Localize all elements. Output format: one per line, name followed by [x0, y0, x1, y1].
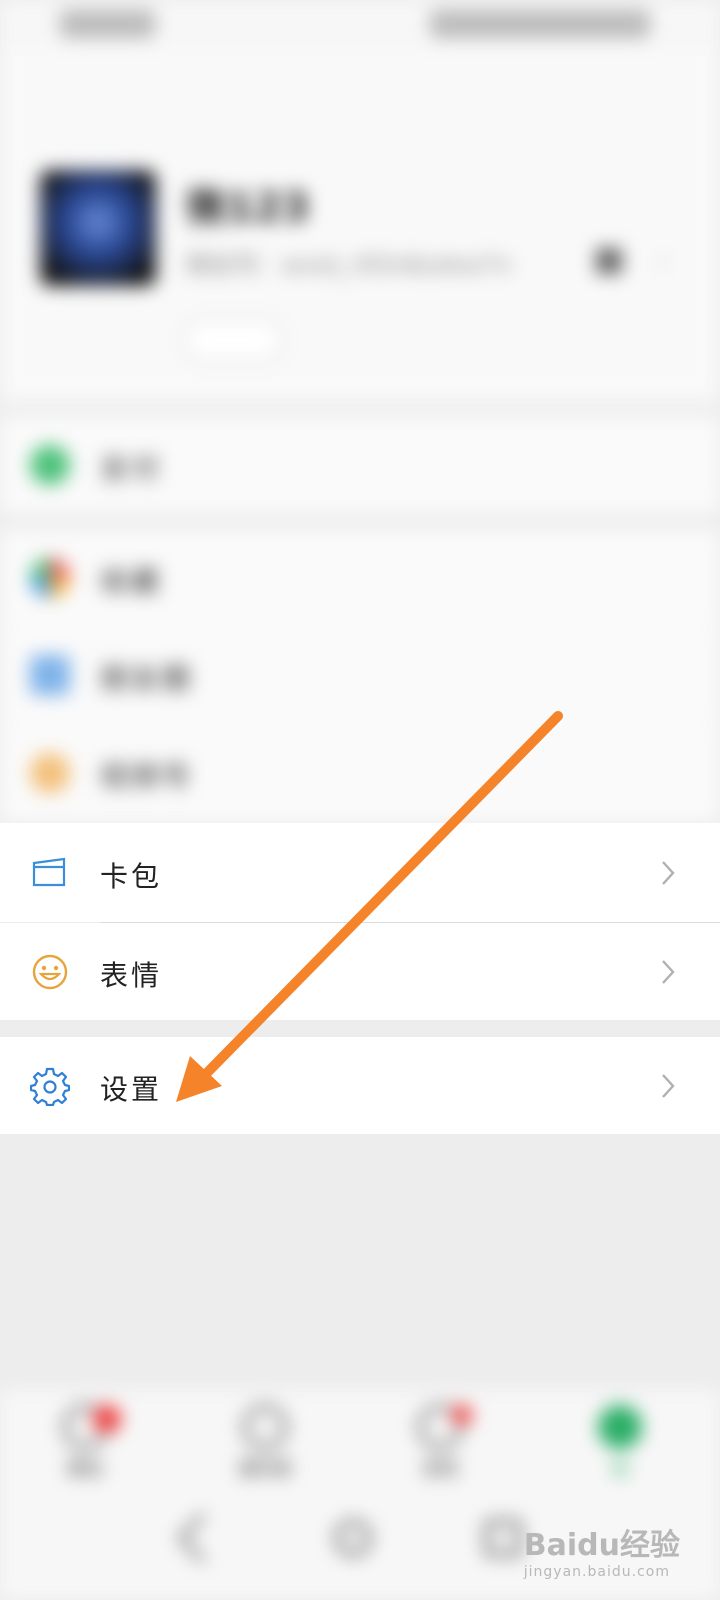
menu-item-favorites[interactable]: 收藏 [0, 530, 720, 626]
menu-label-settings: 设置 [100, 1073, 163, 1106]
chevron-right-icon [660, 958, 676, 986]
card-wallet-icon [30, 853, 70, 893]
menu-item-stickers[interactable]: 表情 [0, 923, 720, 1020]
tab-label-contacts: 通讯录 [238, 1459, 292, 1480]
baidu-jingyan-watermark: Baidu经验 jingyan.baidu.com [524, 1520, 680, 1580]
menu-label-pay: 支付 [100, 452, 163, 485]
menu-label-moments: 朋友圈 [100, 662, 194, 695]
chevron-right-icon [660, 859, 676, 887]
tab-contacts[interactable]: 通讯录 [215, 1405, 315, 1481]
status-chip[interactable] [183, 318, 283, 362]
menu-item-channels[interactable]: 视频号 [0, 725, 720, 822]
channels-icon [30, 753, 70, 793]
watermark-url: jingyan.baidu.com [523, 1564, 670, 1580]
contacts-icon [243, 1405, 287, 1449]
favorites-icon [30, 558, 70, 598]
tab-label-chats: 微信 [67, 1459, 103, 1480]
status-time [60, 10, 155, 38]
chevron-right-icon [660, 1072, 676, 1100]
home-button[interactable] [335, 1520, 371, 1556]
recents-button[interactable] [485, 1520, 521, 1556]
menu-label-channels: 视频号 [100, 760, 194, 793]
chevron-right-icon: › [658, 247, 669, 277]
discover-dot-badge [452, 1405, 472, 1425]
tab-label-me: 我 [611, 1459, 629, 1480]
menu-item-cards[interactable]: 卡包 [0, 823, 720, 922]
bottom-tab-bar: 微信 通讯录 发现 我 [0, 1390, 720, 1490]
profile-nickname: 微123 [186, 185, 310, 231]
tab-label-discover: 发现 [422, 1459, 458, 1480]
status-indicators [430, 10, 650, 38]
menu-item-moments[interactable]: 朋友圈 [0, 627, 720, 724]
tab-discover[interactable]: 发现 [390, 1405, 490, 1481]
tab-chats[interactable]: 微信 [35, 1405, 135, 1481]
profile-header[interactable]: 微123 微信号：wxid_r93n6zokw7n › [0, 50, 720, 402]
wechat-me-screen: 微123 微信号：wxid_r93n6zokw7n › 支付 收藏 朋友圈 视频… [0, 0, 720, 1600]
menu-label-cards: 卡包 [100, 860, 163, 893]
unread-badge [93, 1405, 121, 1433]
gear-icon [29, 1066, 71, 1107]
avatar[interactable] [40, 170, 156, 286]
pay-icon [30, 445, 70, 485]
person-icon [598, 1405, 642, 1449]
menu-item-settings[interactable]: 设置 [0, 1037, 720, 1134]
menu-label-stickers: 表情 [100, 959, 163, 992]
menu-label-favorites: 收藏 [100, 565, 163, 598]
menu-item-pay[interactable]: 支付 [0, 417, 720, 513]
tab-me[interactable]: 我 [570, 1405, 670, 1481]
back-button[interactable] [177, 1512, 229, 1564]
moments-icon [30, 655, 70, 695]
status-bar [0, 0, 720, 50]
profile-wechat-id: 微信号：wxid_r93n6zokw7n [186, 251, 512, 279]
qr-code-icon[interactable] [596, 248, 622, 274]
watermark-brand: Baidu经验 [523, 1528, 680, 1563]
smiley-icon [30, 952, 70, 992]
